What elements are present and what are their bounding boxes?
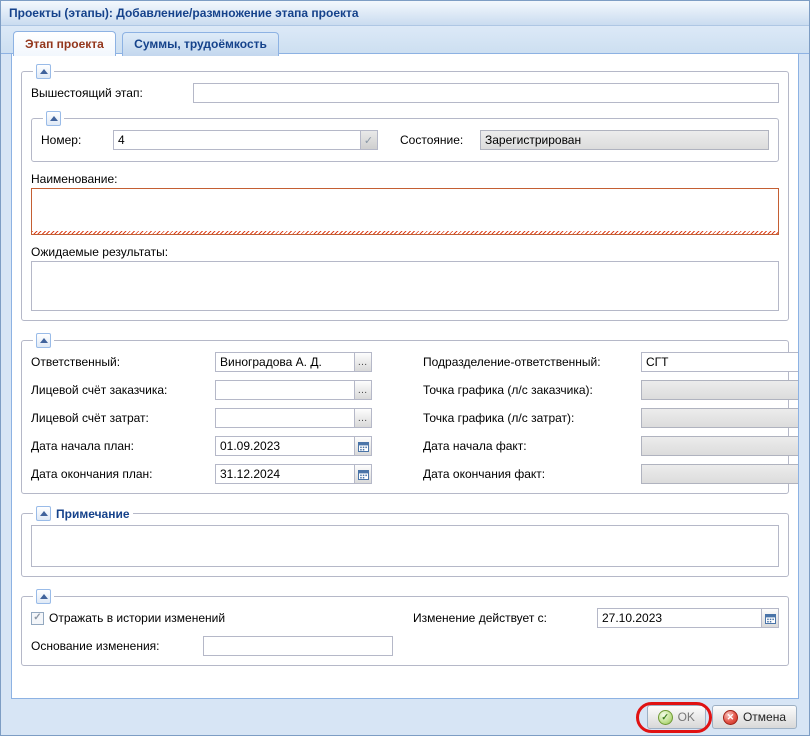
fieldset-note: Примечание: [21, 506, 789, 577]
collapse-arrow-icon: [40, 338, 48, 343]
ellipsis-icon: …: [358, 385, 369, 396]
parent-stage-input[interactable]: [193, 83, 779, 103]
number-input[interactable]: [113, 130, 361, 150]
schedule-point-customer-field: [641, 380, 799, 400]
end-date-plan-label: Дата окончания план:: [31, 467, 215, 481]
ok-button[interactable]: ✓ OK: [647, 705, 706, 729]
check-icon: ✓: [364, 134, 374, 147]
number-confirm-trigger[interactable]: ✓: [361, 130, 378, 150]
tab-stage[interactable]: Этап проекта: [13, 31, 116, 56]
tab-strip: Этап проекта Суммы, трудоёмкость: [1, 26, 809, 54]
collapse-arrow-icon: [50, 116, 58, 121]
customer-account-input[interactable]: [215, 380, 355, 400]
dialog-window: Проекты (этапы): Добавление/размножение …: [0, 0, 810, 736]
number-label: Номер:: [41, 133, 113, 147]
tab-sums-label: Суммы, трудоёмкость: [134, 37, 267, 51]
cancel-cross-icon: ✕: [723, 710, 738, 725]
history-checkbox-label: Отражать в истории изменений: [49, 611, 225, 625]
change-effective-date-label: Изменение действует с:: [413, 611, 597, 625]
name-textarea[interactable]: [31, 188, 779, 235]
ellipsis-icon: …: [358, 357, 369, 368]
change-reason-label: Основание изменения:: [31, 639, 203, 653]
cost-account-input[interactable]: [215, 408, 355, 428]
collapse-arrow-icon: [40, 594, 48, 599]
change-reason-input[interactable]: [203, 636, 393, 656]
responsible-lookup-trigger[interactable]: …: [355, 352, 372, 372]
state-label: Состояние:: [400, 133, 480, 147]
collapse-button[interactable]: [36, 589, 51, 604]
button-bar: ✓ OK ✕ Отмена: [1, 699, 809, 735]
change-effective-date-picker-trigger[interactable]: [762, 608, 779, 628]
responsible-input[interactable]: [215, 352, 355, 372]
note-textarea[interactable]: [31, 525, 779, 567]
calendar-icon: [358, 441, 369, 452]
cancel-button[interactable]: ✕ Отмена: [712, 705, 797, 729]
customer-account-lookup-trigger[interactable]: …: [355, 380, 372, 400]
collapse-button[interactable]: [36, 506, 51, 521]
collapse-button[interactable]: [46, 111, 61, 126]
end-date-plan-input[interactable]: [215, 464, 355, 484]
ok-button-label: OK: [678, 710, 695, 724]
note-legend: Примечание: [56, 507, 130, 521]
start-date-plan-input[interactable]: [215, 436, 355, 456]
collapse-button[interactable]: [36, 64, 51, 79]
start-date-plan-picker-trigger[interactable]: [355, 436, 372, 456]
tab-sums[interactable]: Суммы, трудоёмкость: [122, 32, 279, 56]
cost-account-label: Лицевой счёт затрат:: [31, 411, 215, 425]
collapse-arrow-icon: [40, 69, 48, 74]
collapse-arrow-icon: [40, 511, 48, 516]
history-checkbox[interactable]: ✓: [31, 612, 44, 625]
schedule-point-cost-label: Точка графика (л/с затрат):: [423, 411, 641, 425]
title-bar: Проекты (этапы): Добавление/размножение …: [1, 1, 809, 26]
fieldset-stage-info: Вышестоящий этап: Номер: ✓ Состояние:: [21, 64, 789, 321]
start-date-fact-field: [641, 436, 799, 456]
state-field: [480, 130, 769, 150]
customer-account-label: Лицевой счёт заказчика:: [31, 383, 215, 397]
fieldset-details: Ответственный: … Лицевой счёт заказчика:…: [21, 333, 789, 494]
end-date-fact-field: [641, 464, 799, 484]
cost-account-lookup-trigger[interactable]: …: [355, 408, 372, 428]
start-date-plan-label: Дата начала план:: [31, 439, 215, 453]
ellipsis-icon: …: [358, 413, 369, 424]
calendar-icon: [765, 613, 776, 624]
cancel-button-label: Отмена: [743, 710, 786, 724]
start-date-fact-label: Дата начала факт:: [423, 439, 641, 453]
window-title: Проекты (этапы): Добавление/размножение …: [9, 6, 359, 20]
parent-stage-label: Вышестоящий этап:: [31, 86, 193, 100]
expected-results-textarea[interactable]: [31, 261, 779, 311]
name-label: Наименование:: [31, 172, 118, 186]
details-right-column: Подразделение-ответственный: … Точка гра…: [423, 352, 799, 484]
schedule-point-customer-label: Точка графика (л/с заказчика):: [423, 383, 641, 397]
form-panel: Вышестоящий этап: Номер: ✓ Состояние:: [11, 54, 799, 699]
fieldset-change-history: ✓ Отражать в истории изменений Изменение…: [21, 589, 789, 666]
fieldset-number-state: Номер: ✓ Состояние:: [31, 111, 779, 162]
change-effective-date-input[interactable]: [597, 608, 762, 628]
tab-stage-label: Этап проекта: [25, 37, 104, 51]
schedule-point-cost-field: [641, 408, 799, 428]
details-left-column: Ответственный: … Лицевой счёт заказчика:…: [31, 352, 423, 484]
collapse-button[interactable]: [36, 333, 51, 348]
calendar-icon: [358, 469, 369, 480]
end-date-plan-picker-trigger[interactable]: [355, 464, 372, 484]
responsible-label: Ответственный:: [31, 355, 215, 369]
responsible-department-label: Подразделение-ответственный:: [423, 355, 641, 369]
check-icon: ✓: [33, 613, 41, 623]
ok-check-icon: ✓: [658, 710, 673, 725]
expected-results-label: Ожидаемые результаты:: [31, 245, 168, 259]
end-date-fact-label: Дата окончания факт:: [423, 467, 641, 481]
responsible-department-input[interactable]: [641, 352, 799, 372]
